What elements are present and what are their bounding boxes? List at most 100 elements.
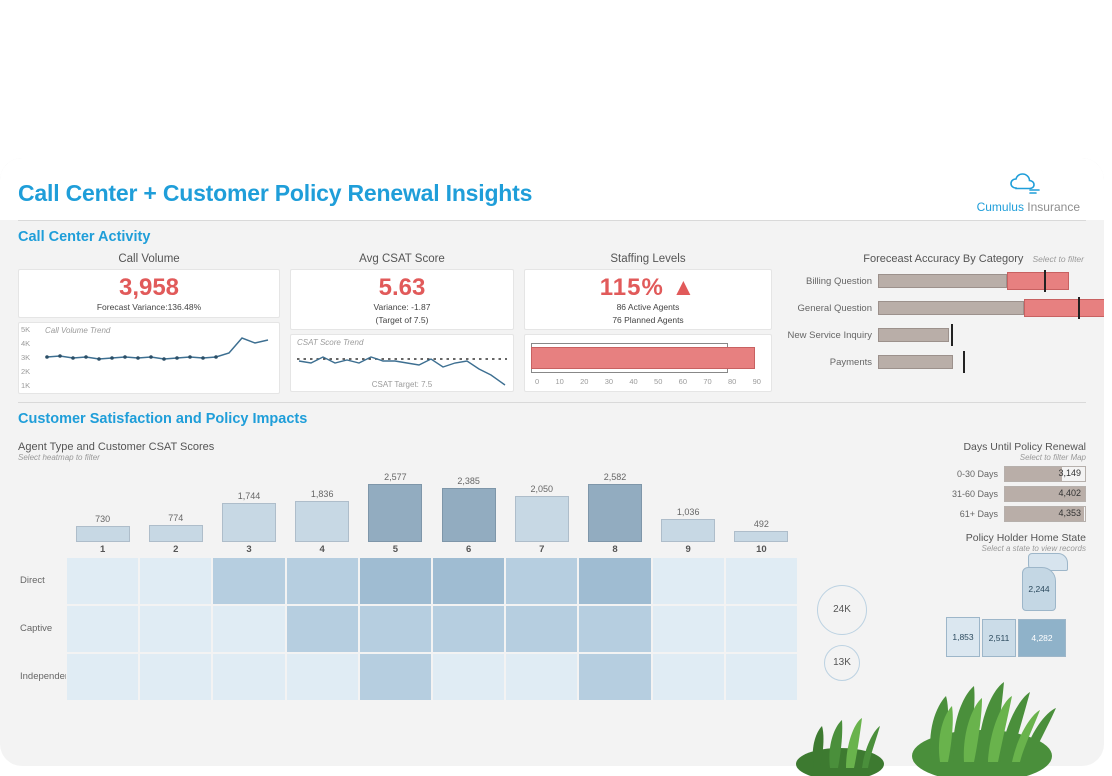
forecast-accuracy-row[interactable]: Payments: [782, 350, 1086, 374]
fa-label: Payments: [782, 357, 878, 368]
heat-cell[interactable]: [505, 605, 578, 653]
state-il[interactable]: 1,853: [946, 617, 980, 657]
state-mi[interactable]: 2,244: [1022, 567, 1056, 611]
heat-cell[interactable]: [578, 653, 651, 701]
kpi-card[interactable]: 5.63 Variance: -1.87 (Target of 7.5): [290, 269, 514, 330]
row-label: Captive: [18, 605, 66, 653]
days-row[interactable]: 31-60 Days 4,402: [886, 486, 1086, 502]
heat-cell[interactable]: [652, 653, 725, 701]
bubble-large[interactable]: 24K: [817, 585, 867, 635]
kpi-title: Staffing Levels: [524, 251, 772, 269]
kpi-sub: Variance: -1.87: [297, 300, 507, 313]
bar-cell[interactable]: 492: [725, 531, 798, 542]
kpi-card[interactable]: 3,958 Forecast Variance:136.48%: [18, 269, 280, 318]
heat-cell[interactable]: [505, 557, 578, 605]
csat-heatmap-panel: Agent Type and Customer CSAT Scores Sele…: [18, 441, 798, 701]
heat-cell[interactable]: [359, 605, 432, 653]
heat-cell[interactable]: [432, 605, 505, 653]
fa-track: [878, 326, 1086, 344]
heat-cell[interactable]: [432, 653, 505, 701]
header: Call Center + Customer Policy Renewal In…: [0, 158, 1104, 220]
state-oh[interactable]: 4,282: [1018, 619, 1066, 657]
x-tick: 0: [535, 377, 539, 386]
heat-cell[interactable]: [212, 605, 285, 653]
heat-cell[interactable]: [66, 557, 139, 605]
heat-cell[interactable]: [139, 605, 212, 653]
bar-cell[interactable]: 2,577: [359, 484, 432, 542]
days-row[interactable]: 0-30 Days 3,149: [886, 466, 1086, 482]
bar-label: 1,836: [286, 489, 359, 501]
csat-count-bars[interactable]: 730 774 1,744 1,836 2,577 2,385 2,050 2,…: [66, 472, 798, 542]
forecast-accuracy-bars[interactable]: Billing Question General Question New Se…: [782, 269, 1086, 377]
bar-cell[interactable]: 1,036: [652, 519, 725, 542]
forecast-accuracy-row[interactable]: New Service Inquiry: [782, 323, 1086, 347]
kpi-title: Call Volume: [18, 251, 280, 269]
page-title: Call Center + Customer Policy Renewal In…: [18, 180, 532, 207]
state-map[interactable]: 2,244 1,853 2,511 4,282: [918, 553, 1086, 657]
bubble-legend: 24K 13K: [812, 441, 872, 701]
days-value: 4,353: [1058, 508, 1081, 518]
state-in[interactable]: 2,511: [982, 619, 1016, 657]
bar-cell[interactable]: 2,050: [505, 496, 578, 542]
kpi-sub: 76 Planned Agents: [531, 313, 765, 326]
heat-cell[interactable]: [432, 557, 505, 605]
forecast-accuracy-row[interactable]: General Question: [782, 296, 1086, 320]
call-volume-trend-chart[interactable]: Call Volume Trend 5K 4K 3K 2K 1K: [18, 322, 280, 394]
csat-heatmap[interactable]: DirectCaptiveIndependent: [18, 557, 798, 701]
heat-cell[interactable]: [652, 605, 725, 653]
bar-cell[interactable]: 1,836: [286, 501, 359, 542]
bar-cell[interactable]: 2,385: [432, 488, 505, 542]
days-renewal-bars[interactable]: 0-30 Days 3,149 31-60 Days 4,402 61+ Day…: [886, 466, 1086, 522]
days-box: 4,353: [1004, 506, 1086, 522]
heat-cell[interactable]: [725, 605, 798, 653]
bar: [295, 501, 349, 542]
forecast-accuracy-row[interactable]: Billing Question: [782, 269, 1086, 293]
heat-cell[interactable]: [66, 653, 139, 701]
home-state-title: Policy Holder Home State: [886, 532, 1086, 544]
heat-cell[interactable]: [66, 605, 139, 653]
col-num: 10: [725, 544, 798, 555]
bar: [661, 519, 715, 542]
days-row[interactable]: 61+ Days 4,353: [886, 506, 1086, 522]
bar-cell[interactable]: 774: [139, 525, 212, 542]
heat-cell[interactable]: [652, 557, 725, 605]
y-tick: 4K: [21, 339, 30, 348]
kpi-card[interactable]: 115% ▲ 86 Active Agents 76 Planned Agent…: [524, 269, 772, 330]
bar-cell[interactable]: 2,582: [578, 484, 651, 542]
bar: [515, 496, 569, 542]
heat-cell[interactable]: [286, 605, 359, 653]
staffing-bar-chart[interactable]: 0 10 20 30 40 50 60 70 80 90: [524, 334, 772, 392]
heat-cell[interactable]: [359, 557, 432, 605]
heat-cell[interactable]: [578, 557, 651, 605]
col-num: 6: [432, 544, 505, 555]
heat-cell[interactable]: [286, 557, 359, 605]
col-num: 8: [578, 544, 651, 555]
heat-cell[interactable]: [578, 605, 651, 653]
bar-cell[interactable]: 1,744: [212, 503, 285, 542]
heat-cell[interactable]: [505, 653, 578, 701]
right-column: Days Until Policy Renewal Select to filt…: [886, 441, 1086, 701]
y-tick: 5K: [21, 325, 30, 334]
cloud-wind-icon: [1008, 172, 1048, 198]
heat-cell[interactable]: [286, 653, 359, 701]
heat-cell[interactable]: [212, 557, 285, 605]
days-value: 3,149: [1058, 468, 1081, 478]
y-tick: 3K: [21, 353, 30, 362]
heat-cell[interactable]: [139, 653, 212, 701]
heat-cell[interactable]: [359, 653, 432, 701]
brand-suffix: Insurance: [1027, 200, 1080, 214]
heat-cell[interactable]: [139, 557, 212, 605]
bar-label: 1,036: [652, 507, 725, 519]
kpi-sub: 86 Active Agents: [531, 300, 765, 313]
csat-trend-chart[interactable]: CSAT Score Trend CSAT Target: 7.5: [290, 334, 514, 392]
panel-title: Foreceast Accuracy By Category Select to…: [782, 251, 1086, 269]
bar-cell[interactable]: 730: [66, 526, 139, 542]
bar-label: 492: [725, 519, 798, 531]
heat-cell[interactable]: [725, 557, 798, 605]
brand-logo: Cumulus Insurance: [977, 172, 1080, 214]
bar-label: 1,744: [212, 491, 285, 503]
days-value: 4,402: [1058, 488, 1081, 498]
bar: [368, 484, 422, 542]
heat-cell[interactable]: [212, 653, 285, 701]
panel-hint: Select heatmap to filter: [18, 453, 798, 462]
